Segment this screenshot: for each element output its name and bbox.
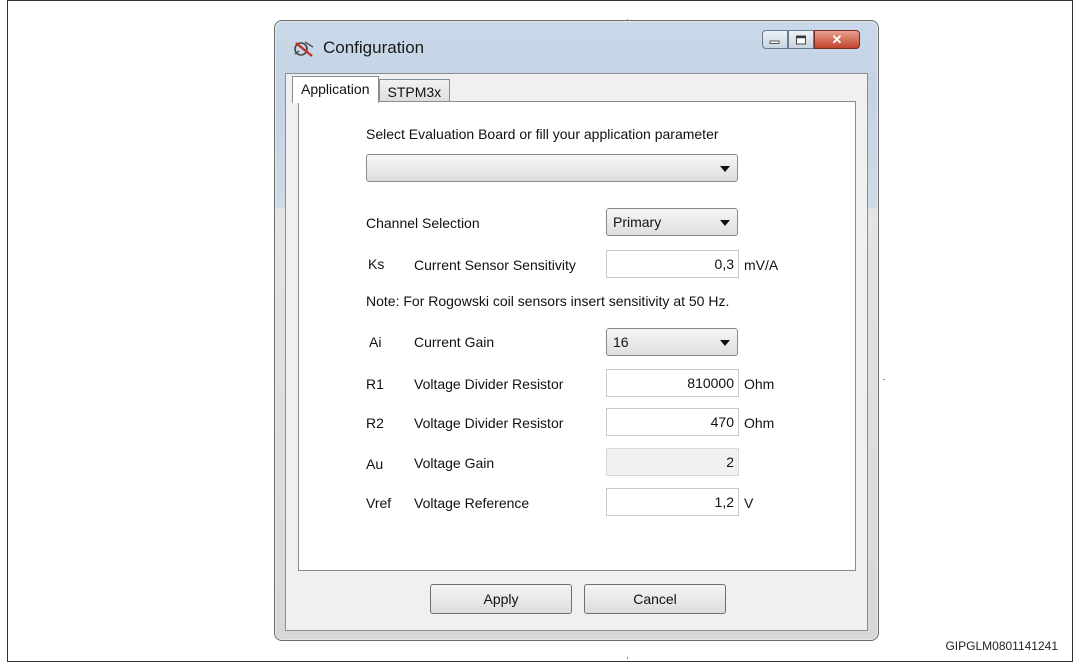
ai-symbol: Ai [369, 334, 382, 350]
au-symbol: Au [366, 456, 384, 472]
r1-label: Voltage Divider Resistor [414, 376, 564, 392]
apply-button[interactable]: Apply [430, 584, 572, 614]
r1-symbol: R1 [366, 376, 384, 392]
current-gain-dropdown[interactable]: 16 [606, 328, 738, 356]
r1-input[interactable]: 810000 [606, 369, 739, 397]
maximize-button[interactable] [788, 30, 814, 49]
configuration-window: Configuration ✕ Application STPM3x Selec… [274, 20, 879, 641]
close-button[interactable]: ✕ [814, 30, 860, 49]
chevron-down-icon [720, 220, 730, 226]
board-select-prompt: Select Evaluation Board or fill your app… [366, 126, 719, 142]
minimize-icon [769, 40, 780, 44]
r2-unit: Ohm [744, 415, 775, 431]
channel-selection-label: Channel Selection [366, 215, 480, 231]
r2-symbol: R2 [366, 415, 384, 431]
window-title: Configuration [323, 38, 425, 57]
voltage-gain-readonly: 2 [606, 448, 739, 476]
vref-label: Voltage Reference [414, 495, 530, 511]
vref-input[interactable]: 1,2 [606, 488, 739, 516]
application-tab-panel: Select Evaluation Board or fill your app… [298, 101, 856, 571]
ai-label: Current Gain [414, 334, 495, 350]
r2-input[interactable]: 470 [606, 408, 739, 436]
register-mark [627, 657, 628, 659]
r2-label: Voltage Divider Resistor [414, 415, 564, 431]
tab-application[interactable]: Application [292, 76, 379, 103]
title-bar[interactable]: Configuration ✕ [275, 21, 878, 71]
board-select-dropdown[interactable] [366, 154, 738, 182]
cancel-button[interactable]: Cancel [584, 584, 726, 614]
rogowski-note: Note: For Rogowski coil sensors insert s… [366, 293, 730, 309]
dialog-client-area: Application STPM3x Select Evaluation Boa… [285, 73, 868, 631]
channel-selection-dropdown[interactable]: Primary [606, 208, 738, 236]
vref-symbol: Vref [366, 495, 392, 511]
maximize-icon [796, 35, 806, 44]
ks-symbol: Ks [368, 256, 385, 272]
r1-unit: Ohm [744, 376, 775, 392]
chevron-down-icon [720, 340, 730, 346]
figure-id: GIPGLM0801141241 [945, 639, 1058, 653]
ks-unit: mV/A [744, 257, 779, 273]
tab-strip: Application STPM3x [292, 76, 451, 103]
tab-stpm3x[interactable]: STPM3x [378, 79, 451, 103]
au-label: Voltage Gain [414, 455, 495, 471]
register-mark [883, 379, 885, 380]
vref-unit: V [744, 495, 754, 511]
ks-input[interactable]: 0,3 [606, 250, 739, 278]
close-icon: ✕ [831, 31, 843, 47]
ks-label: Current Sensor Sensitivity [414, 257, 576, 273]
minimize-button[interactable] [762, 30, 788, 49]
chevron-down-icon [720, 166, 730, 172]
current-gain-value: 16 [613, 334, 629, 350]
probe-icon [294, 41, 314, 57]
channel-selection-value: Primary [613, 214, 662, 230]
